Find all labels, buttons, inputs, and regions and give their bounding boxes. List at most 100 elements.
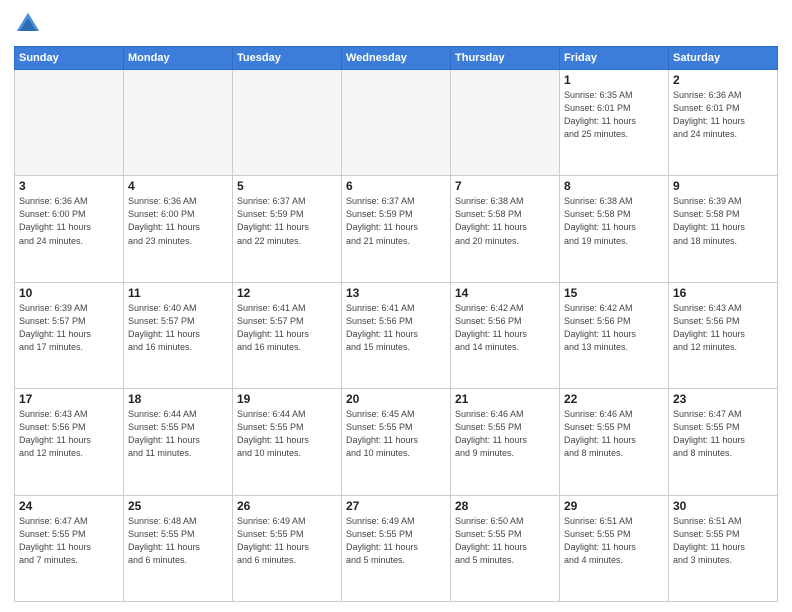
- day-number: 4: [128, 179, 228, 193]
- page: SundayMondayTuesdayWednesdayThursdayFrid…: [0, 0, 792, 612]
- day-info: Sunrise: 6:51 AM Sunset: 5:55 PM Dayligh…: [564, 515, 664, 567]
- day-number: 9: [673, 179, 773, 193]
- day-info: Sunrise: 6:44 AM Sunset: 5:55 PM Dayligh…: [237, 408, 337, 460]
- calendar-day-cell: 22 Sunrise: 6:46 AM Sunset: 5:55 PM Dayli…: [560, 389, 669, 495]
- calendar-day-cell: 13 Sunrise: 6:41 AM Sunset: 5:56 PM Dayli…: [342, 282, 451, 388]
- calendar-day-cell: 27Sunrise: 6:49 AM Sunset: 5:55 PM Dayli…: [342, 495, 451, 601]
- calendar-week-row: 3 Sunrise: 6:36 AM Sunset: 6:00 PM Daylig…: [15, 176, 778, 282]
- day-info: Sunrise: 6:35 AM Sunset: 6:01 PM Dayligh…: [564, 89, 664, 141]
- day-info: Sunrise: 6:36 AM Sunset: 6:00 PM Dayligh…: [19, 195, 119, 247]
- day-number: 1: [564, 73, 664, 87]
- day-info: Sunrise: 6:36 AM Sunset: 6:01 PM Dayligh…: [673, 89, 773, 141]
- calendar-day-cell: 9Sunrise: 6:39 AM Sunset: 5:58 PM Daylig…: [669, 176, 778, 282]
- day-info: Sunrise: 6:41 AM Sunset: 5:57 PM Dayligh…: [237, 302, 337, 354]
- calendar-day-cell: 7 Sunrise: 6:38 AM Sunset: 5:58 PM Daylig…: [451, 176, 560, 282]
- day-info: Sunrise: 6:40 AM Sunset: 5:57 PM Dayligh…: [128, 302, 228, 354]
- day-info: Sunrise: 6:37 AM Sunset: 5:59 PM Dayligh…: [237, 195, 337, 247]
- day-number: 5: [237, 179, 337, 193]
- calendar-day-cell: 6 Sunrise: 6:37 AM Sunset: 5:59 PM Daylig…: [342, 176, 451, 282]
- day-info: Sunrise: 6:42 AM Sunset: 5:56 PM Dayligh…: [564, 302, 664, 354]
- day-number: 25: [128, 499, 228, 513]
- day-number: 14: [455, 286, 555, 300]
- calendar-day-cell: 1 Sunrise: 6:35 AM Sunset: 6:01 PM Daylig…: [560, 70, 669, 176]
- day-number: 6: [346, 179, 446, 193]
- calendar-day-cell: [15, 70, 124, 176]
- day-number: 8: [564, 179, 664, 193]
- calendar-day-cell: 17 Sunrise: 6:43 AM Sunset: 5:56 PM Dayli…: [15, 389, 124, 495]
- calendar-day-cell: 15 Sunrise: 6:42 AM Sunset: 5:56 PM Dayli…: [560, 282, 669, 388]
- calendar-week-row: 1 Sunrise: 6:35 AM Sunset: 6:01 PM Daylig…: [15, 70, 778, 176]
- day-number: 12: [237, 286, 337, 300]
- calendar-day-cell: 23 Sunrise: 6:47 AM Sunset: 5:55 PM Dayli…: [669, 389, 778, 495]
- day-number: 11: [128, 286, 228, 300]
- day-info: Sunrise: 6:44 AM Sunset: 5:55 PM Dayligh…: [128, 408, 228, 460]
- calendar-day-cell: 18 Sunrise: 6:44 AM Sunset: 5:55 PM Dayli…: [124, 389, 233, 495]
- calendar-day-cell: 16 Sunrise: 6:43 AM Sunset: 5:56 PM Dayli…: [669, 282, 778, 388]
- day-info: Sunrise: 6:39 AM Sunset: 5:57 PM Dayligh…: [19, 302, 119, 354]
- calendar-week-row: 17 Sunrise: 6:43 AM Sunset: 5:56 PM Dayli…: [15, 389, 778, 495]
- day-number: 2: [673, 73, 773, 87]
- day-number: 13: [346, 286, 446, 300]
- day-info: Sunrise: 6:36 AM Sunset: 6:00 PM Dayligh…: [128, 195, 228, 247]
- day-info: Sunrise: 6:43 AM Sunset: 5:56 PM Dayligh…: [673, 302, 773, 354]
- calendar-day-cell: 14Sunrise: 6:42 AM Sunset: 5:56 PM Dayli…: [451, 282, 560, 388]
- calendar-header-row: SundayMondayTuesdayWednesdayThursdayFrid…: [15, 47, 778, 70]
- calendar-day-cell: [233, 70, 342, 176]
- day-number: 30: [673, 499, 773, 513]
- calendar-header-tuesday: Tuesday: [233, 47, 342, 70]
- calendar-day-cell: 19 Sunrise: 6:44 AM Sunset: 5:55 PM Dayli…: [233, 389, 342, 495]
- calendar-header-friday: Friday: [560, 47, 669, 70]
- logo: [14, 10, 44, 38]
- day-info: Sunrise: 6:46 AM Sunset: 5:55 PM Dayligh…: [564, 408, 664, 460]
- calendar-day-cell: 25 Sunrise: 6:48 AM Sunset: 5:55 PM Dayli…: [124, 495, 233, 601]
- day-number: 26: [237, 499, 337, 513]
- day-number: 21: [455, 392, 555, 406]
- calendar-day-cell: 30 Sunrise: 6:51 AM Sunset: 5:55 PM Dayli…: [669, 495, 778, 601]
- day-number: 3: [19, 179, 119, 193]
- calendar-week-row: 24Sunrise: 6:47 AM Sunset: 5:55 PM Dayli…: [15, 495, 778, 601]
- day-number: 17: [19, 392, 119, 406]
- calendar-day-cell: [342, 70, 451, 176]
- day-number: 29: [564, 499, 664, 513]
- day-number: 15: [564, 286, 664, 300]
- calendar-day-cell: 21 Sunrise: 6:46 AM Sunset: 5:55 PM Dayli…: [451, 389, 560, 495]
- day-info: Sunrise: 6:41 AM Sunset: 5:56 PM Dayligh…: [346, 302, 446, 354]
- calendar-day-cell: 8 Sunrise: 6:38 AM Sunset: 5:58 PM Daylig…: [560, 176, 669, 282]
- day-number: 22: [564, 392, 664, 406]
- day-number: 16: [673, 286, 773, 300]
- day-number: 23: [673, 392, 773, 406]
- calendar-day-cell: 28Sunrise: 6:50 AM Sunset: 5:55 PM Dayli…: [451, 495, 560, 601]
- day-info: Sunrise: 6:49 AM Sunset: 5:55 PM Dayligh…: [237, 515, 337, 567]
- calendar-day-cell: 10 Sunrise: 6:39 AM Sunset: 5:57 PM Dayli…: [15, 282, 124, 388]
- calendar-day-cell: 26 Sunrise: 6:49 AM Sunset: 5:55 PM Dayli…: [233, 495, 342, 601]
- calendar-day-cell: 3 Sunrise: 6:36 AM Sunset: 6:00 PM Daylig…: [15, 176, 124, 282]
- calendar-header-wednesday: Wednesday: [342, 47, 451, 70]
- day-info: Sunrise: 6:43 AM Sunset: 5:56 PM Dayligh…: [19, 408, 119, 460]
- day-number: 10: [19, 286, 119, 300]
- day-number: 20: [346, 392, 446, 406]
- day-number: 28: [455, 499, 555, 513]
- calendar-day-cell: 5 Sunrise: 6:37 AM Sunset: 5:59 PM Daylig…: [233, 176, 342, 282]
- day-info: Sunrise: 6:49 AM Sunset: 5:55 PM Dayligh…: [346, 515, 446, 567]
- day-info: Sunrise: 6:37 AM Sunset: 5:59 PM Dayligh…: [346, 195, 446, 247]
- calendar-header-saturday: Saturday: [669, 47, 778, 70]
- calendar-day-cell: [124, 70, 233, 176]
- day-info: Sunrise: 6:48 AM Sunset: 5:55 PM Dayligh…: [128, 515, 228, 567]
- calendar-day-cell: [451, 70, 560, 176]
- calendar-day-cell: 12 Sunrise: 6:41 AM Sunset: 5:57 PM Dayli…: [233, 282, 342, 388]
- calendar-day-cell: 24Sunrise: 6:47 AM Sunset: 5:55 PM Dayli…: [15, 495, 124, 601]
- day-info: Sunrise: 6:47 AM Sunset: 5:55 PM Dayligh…: [673, 408, 773, 460]
- calendar-header-thursday: Thursday: [451, 47, 560, 70]
- day-number: 7: [455, 179, 555, 193]
- calendar-day-cell: 29 Sunrise: 6:51 AM Sunset: 5:55 PM Dayli…: [560, 495, 669, 601]
- day-number: 18: [128, 392, 228, 406]
- day-number: 19: [237, 392, 337, 406]
- day-number: 24: [19, 499, 119, 513]
- day-info: Sunrise: 6:38 AM Sunset: 5:58 PM Dayligh…: [564, 195, 664, 247]
- day-info: Sunrise: 6:38 AM Sunset: 5:58 PM Dayligh…: [455, 195, 555, 247]
- day-info: Sunrise: 6:46 AM Sunset: 5:55 PM Dayligh…: [455, 408, 555, 460]
- calendar-header-monday: Monday: [124, 47, 233, 70]
- calendar-day-cell: 11 Sunrise: 6:40 AM Sunset: 5:57 PM Dayli…: [124, 282, 233, 388]
- day-info: Sunrise: 6:51 AM Sunset: 5:55 PM Dayligh…: [673, 515, 773, 567]
- calendar-day-cell: 4 Sunrise: 6:36 AM Sunset: 6:00 PM Daylig…: [124, 176, 233, 282]
